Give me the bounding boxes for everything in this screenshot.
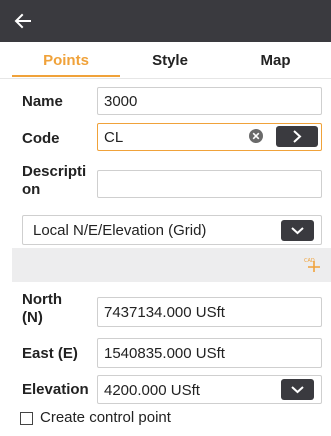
cad-pick-icon: CAD — [304, 258, 320, 272]
name-field[interactable]: 3000 — [97, 87, 322, 115]
code-label: Code — [22, 130, 60, 147]
description-field[interactable] — [97, 170, 322, 198]
chevron-down-icon — [291, 386, 304, 394]
back-button[interactable] — [10, 8, 36, 34]
north-field[interactable]: 7437134.000 USft — [97, 297, 322, 327]
tab-style[interactable]: Style — [120, 42, 220, 78]
north-label: North (N) — [22, 291, 62, 326]
elevation-value: 4200.000 USft — [104, 382, 200, 399]
coordinate-system-dropdown-button[interactable] — [281, 220, 314, 241]
create-control-point-checkbox[interactable] — [20, 412, 33, 425]
active-tab-indicator — [12, 75, 120, 77]
chevron-right-icon — [293, 130, 302, 143]
chevron-down-icon — [291, 227, 304, 235]
tab-bar: Points Style Map — [0, 42, 331, 79]
arrow-left-icon — [14, 13, 31, 29]
cad-pick-button[interactable]: CAD — [303, 255, 321, 273]
description-label: Descripti on — [22, 163, 87, 198]
top-app-bar — [0, 0, 331, 42]
clear-code-button[interactable] — [249, 129, 263, 143]
tab-map[interactable]: Map — [220, 42, 331, 78]
east-label: East (E) — [22, 345, 78, 362]
elevation-label: Elevation — [22, 381, 89, 398]
coordinate-toolbar — [12, 248, 331, 282]
coordinate-system-value: Local N/E/Elevation (Grid) — [33, 222, 207, 239]
code-value: CL — [104, 129, 124, 146]
clear-circle-icon — [252, 132, 260, 140]
tab-points[interactable]: Points — [12, 42, 120, 78]
name-label: Name — [22, 93, 63, 110]
elevation-units-dropdown-button[interactable] — [281, 379, 314, 400]
code-go-button[interactable] — [276, 126, 318, 147]
create-control-point-label[interactable]: Create control point — [40, 409, 171, 426]
east-field[interactable]: 1540835.000 USft — [97, 338, 322, 368]
coordinate-system-select[interactable]: Local N/E/Elevation (Grid) — [22, 215, 322, 245]
